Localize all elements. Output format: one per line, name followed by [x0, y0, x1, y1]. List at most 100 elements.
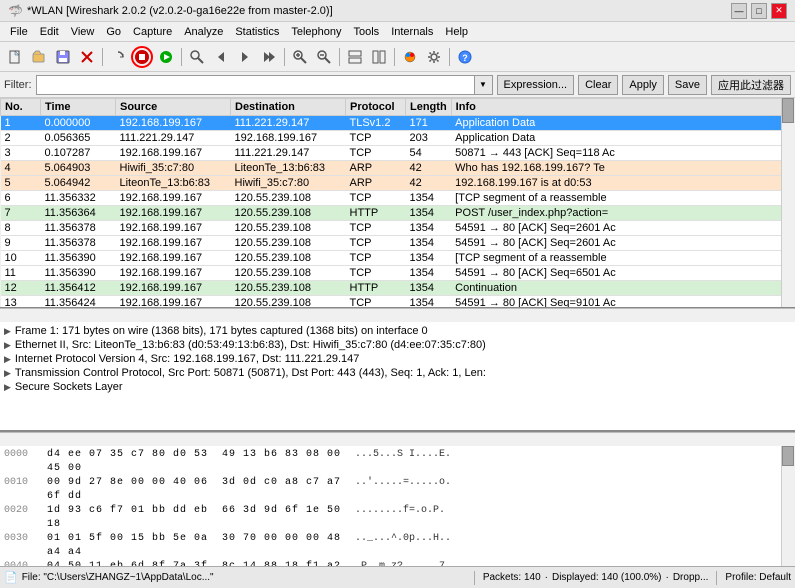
packet-list-scrollbar[interactable]: [781, 98, 795, 308]
detail-hscroll[interactable]: [0, 432, 795, 446]
detail-row-ip[interactable]: ▶ Internet Protocol Version 4, Src: 192.…: [0, 352, 795, 366]
filter-dropdown-button[interactable]: ▼: [475, 75, 493, 95]
menu-help[interactable]: Help: [439, 24, 474, 40]
detail-row-tcp[interactable]: ▶ Transmission Control Protocol, Src Por…: [0, 366, 795, 380]
help-tb-button[interactable]: ?: [454, 46, 476, 68]
menu-tools[interactable]: Tools: [348, 24, 386, 40]
menu-file[interactable]: File: [4, 24, 34, 40]
expand-ip-icon: ▶: [4, 354, 11, 365]
menu-analyze[interactable]: Analyze: [178, 24, 229, 40]
reload-button[interactable]: [107, 46, 129, 68]
filter-input-wrap: ▼: [36, 75, 493, 95]
detail-row-frame[interactable]: ▶ Frame 1: 171 bytes on wire (1368 bits)…: [0, 324, 795, 338]
menu-telephony[interactable]: Telephony: [285, 24, 347, 40]
table-row[interactable]: 55.064942LiteonTe_13:b6:83Hiwifi_35:c7:8…: [1, 176, 795, 191]
window-title: *WLAN [Wireshark 2.0.2 (v2.0.2-0-ga16e22…: [27, 5, 333, 17]
hex-dump: 0000 d4 ee 07 35 c7 80 d0 53 49 13 b6 83…: [0, 446, 795, 566]
hex-scrollbar[interactable]: [781, 446, 795, 566]
menu-capture[interactable]: Capture: [127, 24, 178, 40]
title-bar: 🦈 *WLAN [Wireshark 2.0.2 (v2.0.2-0-ga16e…: [0, 0, 795, 22]
table-row[interactable]: 10.000000192.168.199.167111.221.29.147TL…: [1, 116, 795, 131]
toolbar-sep-1: [102, 48, 103, 66]
filter-bar: Filter: ▼ Expression... Clear Apply Save…: [0, 72, 795, 98]
hex-row-2: 0020 1d 93 c6 f7 01 bb dd eb 66 3d 9d 6f…: [4, 504, 791, 532]
status-dot-1: ·: [545, 572, 548, 583]
detail-row-ethernet[interactable]: ▶ Ethernet II, Src: LiteonTe_13:b6:83 (d…: [0, 338, 795, 352]
expand-ssl-icon: ▶: [4, 382, 11, 393]
col-proto[interactable]: Protocol: [346, 99, 406, 116]
start-capture-button[interactable]: [131, 46, 153, 68]
maximize-button[interactable]: □: [751, 3, 767, 19]
table-row[interactable]: 911.356378192.168.199.167120.55.239.108T…: [1, 236, 795, 251]
profile-label: Profile: Default: [725, 572, 791, 583]
packets-count: Packets: 140: [483, 572, 541, 583]
expression-button[interactable]: Expression...: [497, 75, 575, 95]
back-button[interactable]: [210, 46, 232, 68]
table-row[interactable]: 811.356378192.168.199.167120.55.239.108T…: [1, 221, 795, 236]
new-button[interactable]: [4, 46, 26, 68]
expand-frame-icon: ▶: [4, 326, 11, 337]
menu-view[interactable]: View: [65, 24, 101, 40]
packet-list-container: No. Time Source Destination Protocol Len…: [0, 98, 795, 308]
apply-button[interactable]: Apply: [622, 75, 664, 95]
expand-tcp-icon: ▶: [4, 368, 11, 379]
forward-button[interactable]: [234, 46, 256, 68]
table-row[interactable]: 20.056365111.221.29.147192.168.199.167TC…: [1, 131, 795, 146]
close-capture-button[interactable]: [76, 46, 98, 68]
svg-text:?: ?: [462, 53, 468, 63]
displayed-count: Displayed: 140 (100.0%): [552, 572, 662, 583]
filter-input[interactable]: [36, 75, 475, 95]
table-row[interactable]: 1311.356424192.168.199.167120.55.239.108…: [1, 296, 795, 309]
table-row[interactable]: 30.107287192.168.199.167111.221.29.147TC…: [1, 146, 795, 161]
table-row[interactable]: 1111.356390192.168.199.167120.55.239.108…: [1, 266, 795, 281]
save-button[interactable]: [52, 46, 74, 68]
toggle-view2-button[interactable]: [368, 46, 390, 68]
toolbar-sep-6: [449, 48, 450, 66]
detail-frame-text: Frame 1: 171 bytes on wire (1368 bits), …: [15, 325, 428, 337]
table-row[interactable]: 45.064903Hiwifi_35:c7:80LiteonTe_13:b6:8…: [1, 161, 795, 176]
save-filter-button[interactable]: Save: [668, 75, 707, 95]
colorize-button[interactable]: [399, 46, 421, 68]
file-path: File: "C:\Users\ZHANGZ~1\AppData\Loc...": [22, 572, 466, 583]
find-button[interactable]: [186, 46, 208, 68]
table-row[interactable]: 711.356364192.168.199.167120.55.239.108H…: [1, 206, 795, 221]
app-icon: 🦈: [8, 4, 23, 18]
zoom-out-button[interactable]: [313, 46, 335, 68]
detail-row-ssl[interactable]: ▶ Secure Sockets Layer: [0, 380, 795, 394]
packet-list-hscroll[interactable]: [0, 308, 795, 322]
detail-ethernet-text: Ethernet II, Src: LiteonTe_13:b6:83 (d0:…: [15, 339, 486, 351]
detail-ip-text: Internet Protocol Version 4, Src: 192.16…: [15, 353, 360, 365]
toolbar: ?: [0, 42, 795, 72]
toolbar-sep-4: [339, 48, 340, 66]
menu-go[interactable]: Go: [100, 24, 127, 40]
open-button[interactable]: [28, 46, 50, 68]
minimize-button[interactable]: —: [731, 3, 747, 19]
table-row[interactable]: 1011.356390192.168.199.167120.55.239.108…: [1, 251, 795, 266]
detail-tcp-text: Transmission Control Protocol, Src Port:…: [15, 367, 486, 379]
stop-capture-button[interactable]: [155, 46, 177, 68]
close-button[interactable]: ✕: [771, 3, 787, 19]
col-no[interactable]: No.: [1, 99, 41, 116]
col-info[interactable]: Info: [451, 99, 794, 116]
table-row[interactable]: 1211.356412192.168.199.167120.55.239.108…: [1, 281, 795, 296]
detail-ssl-text: Secure Sockets Layer: [15, 381, 123, 393]
zoom-in-button[interactable]: [289, 46, 311, 68]
col-time[interactable]: Time: [41, 99, 116, 116]
status-dot-2: ·: [665, 572, 668, 583]
toggle-view1-button[interactable]: [344, 46, 366, 68]
hex-row-3: 0030 01 01 5f 00 15 bb 5e 0a 30 70 00 00…: [4, 532, 791, 560]
menu-internals[interactable]: Internals: [385, 24, 439, 40]
col-dest[interactable]: Destination: [231, 99, 346, 116]
hex-row-0: 0000 d4 ee 07 35 c7 80 d0 53 49 13 b6 83…: [4, 448, 791, 476]
table-row[interactable]: 611.356332192.168.199.167120.55.239.108T…: [1, 191, 795, 206]
status-sep-2: [716, 571, 717, 585]
packet-detail: ▶ Frame 1: 171 bytes on wire (1368 bits)…: [0, 322, 795, 432]
clear-button[interactable]: Clear: [578, 75, 618, 95]
col-len[interactable]: Length: [406, 99, 452, 116]
jump-button[interactable]: [258, 46, 280, 68]
col-source[interactable]: Source: [116, 99, 231, 116]
menu-statistics[interactable]: Statistics: [229, 24, 285, 40]
apply-filter-cn-button[interactable]: 应用此过滤器: [711, 75, 791, 95]
pref-button[interactable]: [423, 46, 445, 68]
menu-edit[interactable]: Edit: [34, 24, 65, 40]
